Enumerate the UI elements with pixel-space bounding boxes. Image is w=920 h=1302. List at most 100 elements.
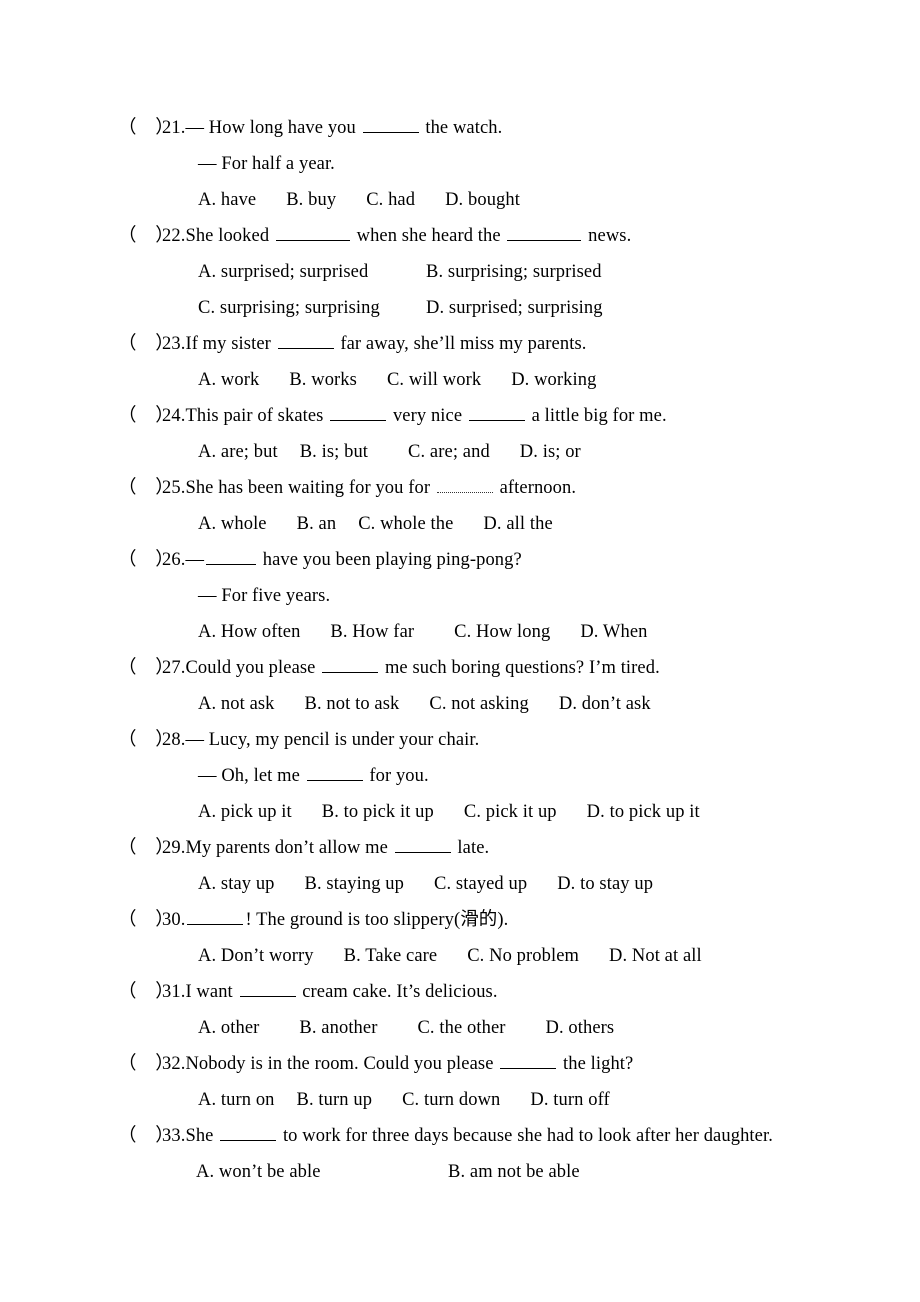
option-a[interactable]: A. surprised; surprised: [198, 254, 426, 290]
option-a[interactable]: A. stay up: [198, 866, 275, 902]
option-c[interactable]: C. pick it up: [464, 794, 557, 830]
option-b[interactable]: B. turn up: [297, 1082, 373, 1118]
option-d[interactable]: D. turn off: [530, 1082, 609, 1118]
question-33-stem-pre: She: [185, 1126, 219, 1146]
option-a[interactable]: A. other: [198, 1010, 259, 1046]
option-a[interactable]: A. whole: [198, 506, 267, 542]
question-28-continuation-pre: — Oh, let me: [198, 766, 305, 786]
question-29-stem-post: late.: [452, 838, 490, 858]
option-d[interactable]: D. bought: [445, 182, 520, 218]
question-22-stem-pre: She looked: [185, 226, 274, 246]
option-c[interactable]: C. the other: [417, 1010, 505, 1046]
option-d[interactable]: D. is; or: [520, 434, 581, 470]
option-b[interactable]: B. an: [297, 506, 337, 542]
option-d[interactable]: D. working: [511, 362, 596, 398]
option-d[interactable]: D. Not at all: [609, 938, 702, 974]
question-32-stem-pre: Nobody is in the room. Could you please: [185, 1054, 499, 1074]
answer-bracket-25[interactable]: （ ）: [118, 470, 174, 506]
option-a[interactable]: A. Don’t worry: [198, 938, 314, 974]
option-d[interactable]: D. don’t ask: [559, 686, 651, 722]
option-b[interactable]: B. another: [299, 1010, 377, 1046]
question-21-blank[interactable]: [362, 115, 419, 133]
option-c[interactable]: C. will work: [387, 362, 481, 398]
question-31-blank[interactable]: [239, 979, 296, 997]
question-25-blank[interactable]: [436, 475, 493, 493]
question-28-blank[interactable]: [306, 763, 363, 781]
question-25-stem: （ ）25.She has been waiting for you for a…: [118, 470, 880, 506]
question-30-blank[interactable]: [187, 907, 244, 925]
option-d[interactable]: D. to stay up: [557, 866, 653, 902]
option-b[interactable]: B. am not be able: [448, 1154, 580, 1190]
option-b[interactable]: B. surprising; surprised: [426, 254, 602, 290]
option-b[interactable]: B. not to ask: [305, 686, 400, 722]
option-d[interactable]: D. all the: [483, 506, 552, 542]
option-a[interactable]: A. How often: [198, 614, 300, 650]
answer-bracket-33[interactable]: （ ）: [118, 1118, 174, 1154]
option-a[interactable]: A. pick up it: [198, 794, 292, 830]
question-27-stem: （ ）27.Could you please me such boring qu…: [118, 650, 880, 686]
option-b[interactable]: B. to pick it up: [322, 794, 434, 830]
option-c[interactable]: C. not asking: [429, 686, 528, 722]
question-21-continuation: — For half a year.: [198, 154, 335, 174]
question-31-stem-post: cream cake. It’s delicious.: [297, 982, 498, 1002]
answer-bracket-26[interactable]: （ ）: [118, 542, 174, 578]
question-33-stem: （ ）33.She to work for three days because…: [118, 1118, 880, 1154]
option-c[interactable]: C. stayed up: [434, 866, 527, 902]
answer-bracket-30[interactable]: （ ）: [118, 902, 174, 938]
question-33: （ ）33.She to work for three days because…: [118, 1118, 880, 1190]
option-a[interactable]: A. are; but: [198, 434, 278, 470]
question-29-blank[interactable]: [394, 835, 451, 853]
option-b[interactable]: B. Take care: [344, 938, 438, 974]
answer-bracket-27[interactable]: （ ）: [118, 650, 174, 686]
option-d[interactable]: D. surprised; surprising: [426, 290, 603, 326]
question-32: （ ）32.Nobody is in the room. Could you p…: [118, 1046, 880, 1118]
question-23-blank[interactable]: [277, 331, 334, 349]
option-c[interactable]: C. No problem: [467, 938, 579, 974]
answer-bracket-28[interactable]: （ ）: [118, 722, 174, 758]
question-28-continuation-post: for you.: [364, 766, 429, 786]
question-33-blank[interactable]: [220, 1123, 277, 1141]
question-32-blank[interactable]: [500, 1051, 557, 1069]
question-30-stem: （ ）30. ! The ground is too slippery(滑的).: [118, 902, 880, 938]
option-d[interactable]: D. When: [580, 614, 647, 650]
question-32-options: A. turn on B. turn up C. turn down D. turn …: [118, 1082, 880, 1118]
option-c[interactable]: C. surprising; surprising: [198, 290, 426, 326]
option-c[interactable]: C. whole the: [358, 506, 453, 542]
question-24-blank-1[interactable]: [330, 403, 387, 421]
option-b[interactable]: B. staying up: [305, 866, 404, 902]
option-c[interactable]: C. are; and: [408, 434, 490, 470]
question-27-number: 27.: [162, 658, 186, 678]
answer-bracket-24[interactable]: （ ）: [118, 398, 174, 434]
answer-bracket-29[interactable]: （ ）: [118, 830, 174, 866]
option-b[interactable]: B. buy: [286, 182, 336, 218]
question-22-options-row-1: A. surprised; surprised B. surprising; su…: [118, 254, 880, 290]
question-31-stem: （ ）31.I want cream cake. It’s delicious.: [118, 974, 880, 1010]
question-26-blank[interactable]: [206, 547, 257, 565]
option-a[interactable]: A. not ask: [198, 686, 275, 722]
option-d[interactable]: D. to pick up it: [587, 794, 700, 830]
question-21-options: A. have B. buy C. had D. bought: [118, 182, 880, 218]
question-28-stem-pre: — Lucy, my pencil is under your chair.: [185, 730, 480, 750]
question-22-blank-2[interactable]: [507, 223, 582, 241]
option-c[interactable]: C. turn down: [402, 1082, 500, 1118]
option-a[interactable]: A. work: [198, 362, 259, 398]
option-c[interactable]: C. had: [366, 182, 415, 218]
answer-bracket-32[interactable]: （ ）: [118, 1046, 174, 1082]
answer-bracket-31[interactable]: （ ）: [118, 974, 174, 1010]
option-a[interactable]: A. turn on: [198, 1082, 275, 1118]
option-c[interactable]: C. How long: [454, 614, 550, 650]
question-33-options: A. won’t be able B. am not be able: [118, 1154, 880, 1190]
answer-bracket-22[interactable]: （ ）: [118, 218, 174, 254]
option-d[interactable]: D. others: [546, 1010, 615, 1046]
option-b[interactable]: B. How far: [330, 614, 414, 650]
question-24-blank-2[interactable]: [468, 403, 525, 421]
option-b[interactable]: B. works: [289, 362, 357, 398]
question-27-blank[interactable]: [322, 655, 379, 673]
answer-bracket-21[interactable]: （ ）: [118, 110, 174, 146]
option-a[interactable]: A. have: [198, 182, 256, 218]
answer-bracket-23[interactable]: （ ）: [118, 326, 174, 362]
option-b[interactable]: B. is; but: [300, 434, 368, 470]
question-23-stem: （ ）23.If my sister far away, she’ll miss…: [118, 326, 880, 362]
question-22-blank-1[interactable]: [275, 223, 350, 241]
option-a[interactable]: A. won’t be able: [196, 1154, 448, 1190]
